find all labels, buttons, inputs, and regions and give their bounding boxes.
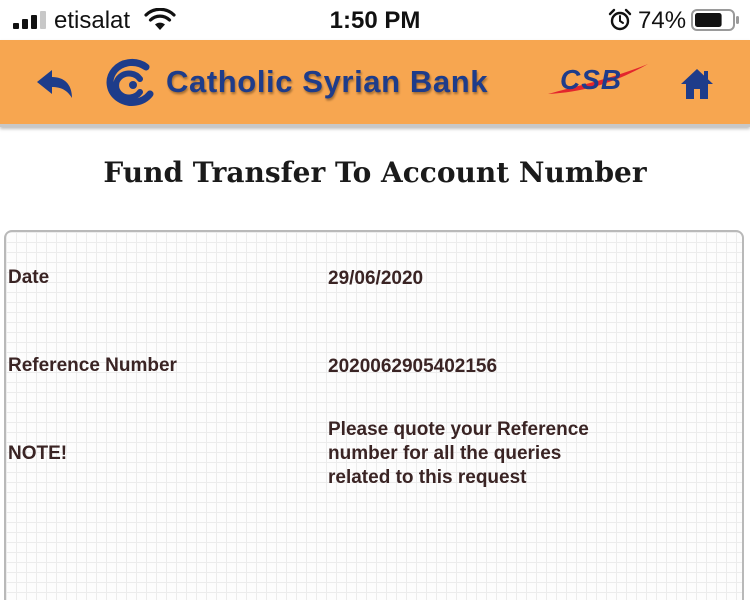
back-arrow-icon[interactable] [34, 64, 76, 104]
app-header: Catholic Syrian Bank CSB [0, 40, 750, 127]
bank-logo-icon [106, 58, 154, 106]
alarm-icon [608, 8, 632, 31]
reference-number-label: Reference Number [8, 355, 177, 376]
battery-percent: 74% [638, 7, 687, 34]
battery-fill [695, 13, 722, 27]
note-text: Please quote your Reference number for a… [328, 418, 628, 490]
note-line: related to this request [328, 467, 527, 488]
home-icon[interactable] [679, 67, 715, 101]
note-line: number for all the queries [328, 443, 562, 464]
battery-icon [691, 9, 739, 31]
reference-number-value: 2020062905402156 [328, 356, 498, 377]
csb-logo-text: CSB [560, 64, 623, 95]
note-line: Please quote your Reference [328, 419, 589, 440]
date-value: 29/06/2020 [328, 268, 424, 289]
transfer-details-card: Date 29/06/2020 Reference Number 2020062… [4, 230, 744, 600]
status-bar: etisalat 1:50 PM 74% [0, 0, 750, 40]
date-label: Date [8, 267, 50, 288]
note-label: NOTE! [8, 443, 68, 464]
page-title: Fund Transfer To Account Number [103, 156, 647, 189]
bank-name: Catholic Syrian Bank [166, 64, 489, 99]
